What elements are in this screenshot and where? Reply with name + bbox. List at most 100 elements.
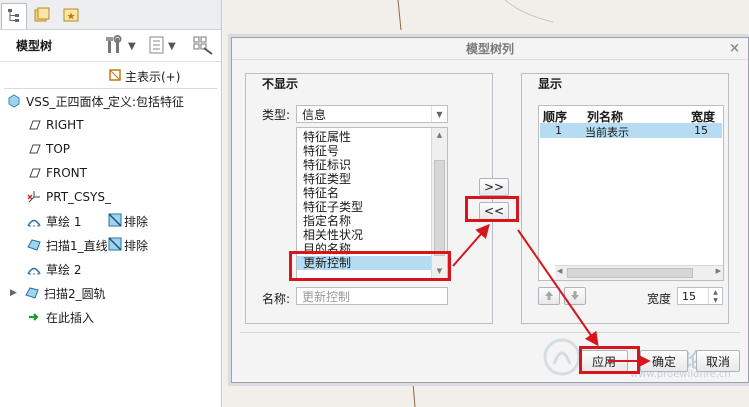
tree-item-sketch-2[interactable]: 草绘 2 <box>26 258 81 280</box>
tree-item-sweep-1[interactable]: 扫描1_直线 <box>26 234 108 256</box>
exclude-icon <box>108 212 122 230</box>
cell-order: 1 <box>555 124 562 137</box>
tree-column-header-label: 主表示(+) <box>125 70 181 84</box>
tab-model-tree[interactable] <box>1 3 27 29</box>
tree-item-label: TOP <box>46 142 71 156</box>
list-item[interactable]: 相关性状况 <box>297 228 447 242</box>
width-spinner[interactable]: 15 ▲ ▼ <box>677 287 723 305</box>
move-up-button[interactable] <box>538 287 560 305</box>
scroll-thumb[interactable] <box>567 268 693 278</box>
scroll-right-icon[interactable]: ▶ <box>716 267 721 275</box>
tree-header-divider <box>4 88 217 89</box>
tree-item-right[interactable]: RIGHT <box>26 114 84 136</box>
tools-icon <box>104 34 126 58</box>
highlight-apply-button <box>579 346 640 374</box>
tree-item-label: 在此插入 <box>46 310 95 325</box>
tree-show-button[interactable]: ▼ <box>148 36 176 56</box>
spin-up-icon[interactable]: ▲ <box>708 288 722 296</box>
datum-plane-icon <box>26 117 42 133</box>
tree-item-top[interactable]: TOP <box>26 138 70 160</box>
width-label: 宽度 <box>647 292 672 306</box>
tree-root-label: VSS_正四面体_ <box>26 94 110 109</box>
tab-folder-browser[interactable] <box>29 3 55 29</box>
close-icon[interactable]: × <box>729 41 740 56</box>
scroll-thumb[interactable] <box>434 160 445 256</box>
expand-arrow-icon[interactable]: ▶ <box>10 288 24 298</box>
highlight-remove-button <box>465 196 519 222</box>
watermark-logo <box>542 336 582 381</box>
tree-settings-button[interactable]: ▼ <box>104 34 136 58</box>
name-label: 名称: <box>262 292 291 306</box>
hidden-columns-title: 不显示 <box>262 77 299 91</box>
tree-item-label: FRONT <box>46 166 87 180</box>
status-label: 排除 <box>124 238 149 253</box>
list-item[interactable]: 特征号 <box>297 144 447 158</box>
list-item[interactable]: 指定名称 <box>297 214 447 228</box>
shown-columns-table[interactable]: 顺序 列名称 宽度 1 当前表示 15 ◀ ▶ <box>538 105 724 281</box>
tree-item-label: 扫描1_直线 <box>46 238 108 253</box>
tree-title: 模型树 <box>16 39 53 53</box>
column-representation-icon <box>108 68 122 85</box>
sweep-icon <box>24 285 40 301</box>
scroll-up-icon[interactable]: ▲ <box>432 128 447 142</box>
move-down-button[interactable] <box>564 287 586 305</box>
arrow-down-icon <box>569 289 581 304</box>
tab-favorites[interactable] <box>58 3 84 29</box>
tree-tab-bar <box>0 0 221 30</box>
chevron-down-icon: ▼ <box>128 40 136 52</box>
tree-item-label: 扫描2_圆轨 <box>44 286 106 301</box>
chevron-down-icon: ▼ <box>168 40 176 52</box>
name-field-placeholder: 更新控制 <box>302 289 351 304</box>
tree-item-label: 草绘 1 <box>46 214 82 229</box>
tree-item-insert-here[interactable]: 在此插入 <box>26 306 94 328</box>
exclude-icon <box>108 236 122 254</box>
highlight-selected-item <box>289 251 451 281</box>
part-icon <box>6 93 22 109</box>
tree-item-front[interactable]: FRONT <box>26 162 87 184</box>
tree-item-sweep-1-status: 排除 <box>108 234 148 256</box>
list-item[interactable]: 特征标识 <box>297 158 447 172</box>
list-item[interactable]: 特征名 <box>297 186 447 200</box>
table-row[interactable]: 1 当前表示 15 <box>540 123 722 139</box>
favorites-icon <box>62 6 80 27</box>
scroll-left-icon[interactable]: ◀ <box>557 267 562 275</box>
model-tree-panel: 模型树 ▼ ▼ 主表示(+) VSS_正四面体_ 定义:包括特征 RIGHT T… <box>0 0 222 407</box>
tree-item-label: RIGHT <box>46 118 84 132</box>
type-dropdown[interactable]: 信息 ▼ <box>296 105 448 123</box>
shown-columns-title: 显示 <box>538 77 563 91</box>
spin-down-icon[interactable]: ▼ <box>708 296 722 304</box>
tree-root-extra: 定义:包括特征 <box>108 94 185 109</box>
datum-plane-icon <box>26 141 42 157</box>
tree-item-sketch-1[interactable]: 草绘 1 <box>26 210 81 232</box>
dialog-divider <box>240 332 740 333</box>
type-label: 类型: <box>262 108 291 122</box>
tree-item-csys[interactable]: PRT_CSYS_ <box>26 186 111 208</box>
csys-icon <box>26 189 42 205</box>
tree-toolbar: 模型树 ▼ ▼ <box>0 30 221 62</box>
datum-plane-icon <box>26 165 42 181</box>
status-label: 排除 <box>124 214 149 229</box>
tree-item-sweep-2[interactable]: ▶ 扫描2_圆轨 <box>10 282 106 304</box>
tree-column-header[interactable]: 主表示(+) <box>108 68 180 85</box>
dialog-title: 模型树列 <box>465 42 514 56</box>
list-view-icon <box>148 35 166 58</box>
cancel-button[interactable]: 取消 <box>696 350 740 372</box>
list-item[interactable]: 特征属性 <box>297 130 447 144</box>
chevron-down-icon: ▼ <box>431 106 447 122</box>
type-dropdown-value: 信息 <box>302 107 327 122</box>
table-hscrollbar[interactable]: ◀ ▶ <box>555 265 723 280</box>
cell-width: 15 <box>694 124 708 137</box>
cell-name: 当前表示 <box>585 126 629 139</box>
tree-item-label: PRT_CSYS_ <box>46 190 111 204</box>
tree-structure-icon <box>6 7 22 26</box>
sketch-icon <box>26 213 42 229</box>
tree-filter-button[interactable] <box>192 36 214 56</box>
tree-root-node[interactable]: VSS_正四面体_ <box>6 90 109 112</box>
list-item[interactable]: 特征类型 <box>297 172 447 186</box>
width-value: 15 <box>682 289 696 303</box>
name-field[interactable]: 更新控制 <box>296 287 448 305</box>
add-column-button[interactable]: >> <box>479 178 509 196</box>
arrow-up-icon <box>543 289 555 304</box>
list-item[interactable]: 特征子类型 <box>297 200 447 214</box>
ok-button[interactable]: 确定 <box>640 350 688 372</box>
